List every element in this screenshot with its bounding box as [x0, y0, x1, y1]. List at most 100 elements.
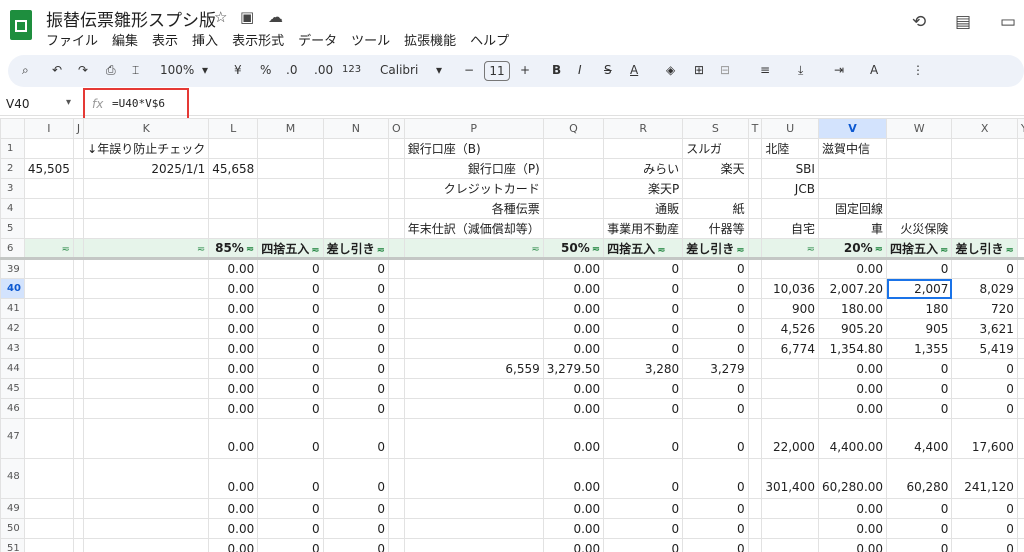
cell[interactable]: 6,774	[761, 338, 819, 359]
cell[interactable]: 0	[682, 458, 749, 499]
cell[interactable]	[388, 398, 405, 419]
cell[interactable]: 0.00	[542, 458, 605, 499]
cell[interactable]	[72, 238, 85, 260]
cell[interactable]: 0.00	[817, 258, 888, 279]
cell[interactable]: 0	[682, 398, 749, 419]
cell[interactable]	[83, 518, 210, 539]
cell[interactable]: 2,007.20	[817, 278, 888, 299]
cell[interactable]: 17,600	[951, 418, 1018, 459]
cell[interactable]: 0	[886, 518, 953, 539]
text-wrapping-icon[interactable]: ⇥	[834, 63, 844, 77]
cell[interactable]: 0.00	[542, 278, 605, 299]
cell[interactable]: 0	[257, 538, 324, 552]
cell[interactable]	[208, 218, 259, 239]
cell[interactable]	[83, 278, 210, 299]
cell[interactable]: 0	[886, 398, 953, 419]
cell[interactable]: 0	[322, 398, 390, 419]
filter-icon[interactable]: ≂	[246, 244, 254, 255]
cell[interactable]	[747, 278, 763, 299]
cell[interactable]: 差し引き ≂	[322, 238, 390, 260]
cell[interactable]: 0	[603, 418, 684, 459]
cell[interactable]	[23, 498, 74, 519]
row-header[interactable]: 41	[0, 298, 25, 319]
cell[interactable]: 301,400	[761, 458, 819, 499]
cell[interactable]	[388, 218, 405, 239]
row-header[interactable]: 4	[0, 198, 25, 219]
cell[interactable]	[403, 518, 544, 539]
cell[interactable]: 0	[322, 418, 390, 459]
cell[interactable]	[72, 298, 85, 319]
cell[interactable]: 0	[603, 378, 684, 399]
more-options-icon[interactable]: ⋮	[912, 63, 924, 77]
cell[interactable]	[72, 178, 85, 199]
cell[interactable]	[403, 398, 544, 419]
cell[interactable]: 0	[322, 258, 390, 279]
name-box[interactable]: V40	[6, 97, 29, 111]
cell[interactable]: ≂	[23, 238, 74, 260]
cell[interactable]: 自宅	[761, 218, 819, 239]
cell[interactable]	[388, 358, 405, 379]
cell[interactable]	[23, 278, 74, 299]
cell[interactable]	[83, 358, 210, 379]
cell[interactable]	[1016, 498, 1024, 519]
cell[interactable]	[72, 198, 85, 219]
column-header[interactable]: I	[23, 118, 74, 139]
cell[interactable]: 0	[322, 278, 390, 299]
cell[interactable]: 楽天	[682, 158, 749, 179]
cell[interactable]	[23, 458, 74, 499]
cell[interactable]	[817, 178, 888, 199]
cell[interactable]	[322, 218, 390, 239]
cell[interactable]	[747, 458, 763, 499]
cell[interactable]: 火災保険	[886, 218, 953, 239]
cell[interactable]: 0.00	[542, 418, 605, 459]
column-header[interactable]: U	[761, 118, 819, 139]
cell[interactable]: 0	[682, 298, 749, 319]
menu-insert[interactable]: 挿入	[192, 30, 218, 49]
cell[interactable]: 4,526	[761, 318, 819, 339]
cell[interactable]	[542, 178, 605, 199]
cell[interactable]	[542, 198, 605, 219]
cell[interactable]: 0	[603, 278, 684, 299]
cell[interactable]	[1016, 518, 1024, 539]
cell[interactable]: 0.00	[208, 338, 259, 359]
move-folder-icon[interactable]: ▣	[240, 8, 254, 26]
print-icon[interactable]: ⎙	[106, 63, 116, 78]
cell[interactable]	[72, 378, 85, 399]
cell[interactable]	[747, 298, 763, 319]
cell[interactable]: 0	[603, 258, 684, 279]
cell[interactable]: 60,280	[886, 458, 953, 499]
cell[interactable]	[951, 178, 1018, 199]
row-header[interactable]: 2	[0, 158, 25, 179]
cell[interactable]	[603, 138, 684, 159]
cell[interactable]: 0	[886, 498, 953, 519]
cell[interactable]	[403, 338, 544, 359]
cell[interactable]: 0	[603, 458, 684, 499]
zoom-select[interactable]: 100%	[160, 63, 194, 77]
menu-help[interactable]: ヘルプ	[470, 30, 509, 49]
cell[interactable]: 0	[951, 398, 1018, 419]
cell[interactable]	[951, 198, 1018, 219]
cell[interactable]: 銀行口座（P)	[403, 158, 544, 179]
cell[interactable]	[23, 418, 74, 459]
cell[interactable]: 0.00	[817, 358, 888, 379]
cell[interactable]	[542, 138, 605, 159]
cell[interactable]: 0	[682, 278, 749, 299]
cell[interactable]: 0.00	[542, 318, 605, 339]
cell[interactable]: ≂	[761, 238, 819, 260]
cell[interactable]	[388, 318, 405, 339]
paint-format-icon[interactable]: ⌶	[132, 63, 139, 78]
cell[interactable]: 0	[682, 378, 749, 399]
cell[interactable]	[403, 378, 544, 399]
cell[interactable]	[951, 138, 1018, 159]
cell[interactable]: 0	[682, 518, 749, 539]
cell[interactable]	[388, 178, 405, 199]
cell[interactable]	[761, 398, 819, 419]
cell[interactable]	[23, 538, 74, 552]
cell[interactable]	[403, 538, 544, 552]
cell[interactable]: 0.00	[817, 378, 888, 399]
cell[interactable]	[257, 218, 324, 239]
cell[interactable]	[1016, 338, 1024, 359]
row-header[interactable]: 46	[0, 398, 25, 419]
cell[interactable]: 0.00	[542, 258, 605, 279]
decrease-font-size-button[interactable]: −	[464, 63, 474, 77]
